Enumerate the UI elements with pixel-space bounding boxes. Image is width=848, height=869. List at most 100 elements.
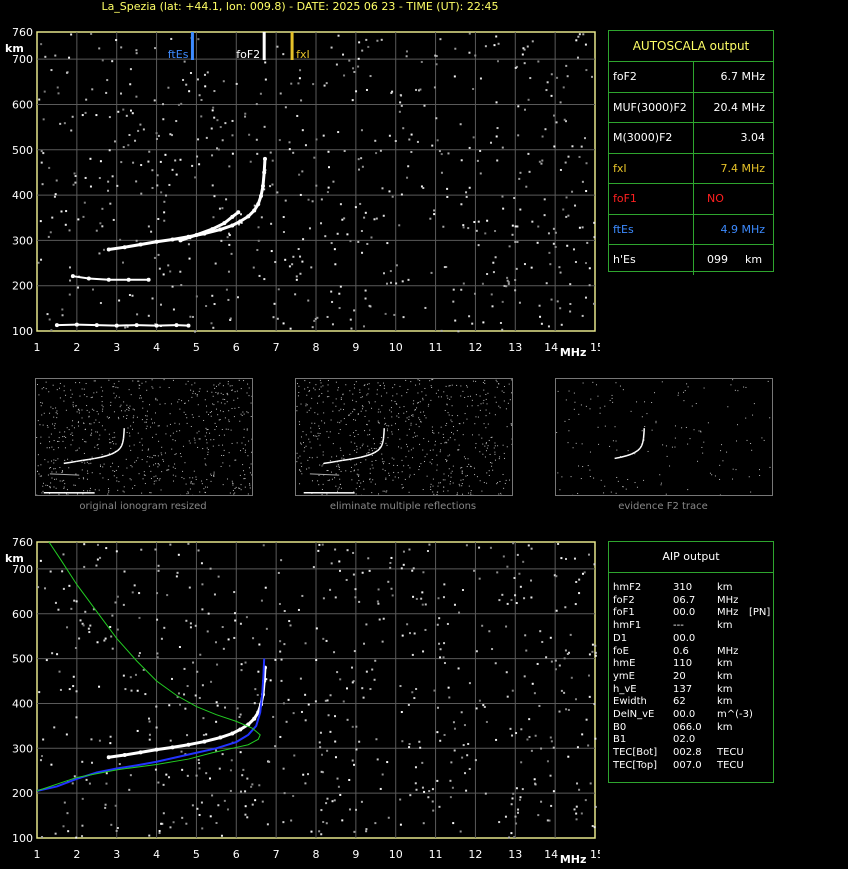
thumb-noise [641, 430, 643, 432]
noise-point [573, 557, 576, 560]
thumb-noise [222, 385, 224, 387]
noise-point [45, 659, 48, 662]
noise-point [209, 567, 212, 570]
noise-point [364, 289, 367, 292]
thumb-noise [151, 386, 153, 388]
noise-point [183, 667, 186, 670]
aip-value: --- [673, 620, 684, 632]
noise-point [523, 263, 526, 266]
noise-point [116, 628, 119, 631]
thumb-noise [138, 387, 140, 389]
noise-point [422, 571, 425, 574]
noise-point [583, 571, 586, 574]
thumb-noise [335, 405, 337, 407]
noise-point [224, 122, 227, 125]
noise-point [361, 687, 364, 690]
noise-point [169, 133, 172, 136]
thumb-noise [369, 429, 371, 431]
noise-point [400, 94, 403, 97]
thumb-noise [430, 489, 432, 491]
noise-point [81, 760, 84, 763]
noise-point [320, 809, 323, 812]
thumb-noise [77, 409, 79, 411]
thumb-noise [227, 383, 229, 385]
thumb-noise [147, 456, 149, 458]
noise-point [244, 112, 247, 115]
thumb-noise [306, 404, 308, 406]
thumb-noise [99, 473, 101, 475]
thumb-noise [412, 436, 414, 438]
thumb-noise [109, 442, 111, 444]
noise-point [41, 183, 44, 186]
thumb-noise [236, 390, 238, 392]
noise-point [301, 170, 304, 173]
thumb-noise [53, 486, 55, 488]
thumb-noise [350, 441, 352, 443]
noise-point [307, 198, 310, 201]
thumb-noise [603, 492, 605, 494]
thumb-noise [487, 392, 489, 394]
thumb-noise [214, 429, 216, 431]
thumb-noise [156, 399, 158, 401]
noise-point [326, 749, 329, 752]
thumb-noise [737, 390, 739, 392]
thumb-noise [239, 487, 241, 489]
noise-point [399, 101, 402, 104]
thumb-noise [336, 455, 338, 457]
noise-point [479, 77, 482, 80]
thumb-noise [683, 400, 685, 402]
thumb-noise [83, 422, 85, 424]
noise-point [422, 650, 425, 653]
thumb-noise [213, 475, 215, 477]
noise-point [552, 227, 555, 230]
thumb-noise [250, 463, 252, 465]
thumb-noise [57, 447, 59, 449]
thumb-trace [631, 451, 636, 455]
thumb-noise [424, 387, 426, 389]
thumb-noise [83, 388, 85, 390]
thumb-noise [308, 409, 310, 411]
thumb-noise [356, 463, 358, 465]
noise-point [239, 790, 242, 793]
thumb-noise [70, 444, 72, 446]
thumb-noise [317, 480, 319, 482]
noise-point [264, 78, 267, 81]
thumb-noise [752, 414, 754, 416]
thumb-noise [354, 464, 356, 466]
aip-value: 00.0 [673, 709, 696, 720]
y-tick-label: 600 [12, 608, 33, 621]
aip-unit: m^(-3) [717, 709, 753, 720]
thumb-noise [130, 394, 132, 396]
noise-point [155, 726, 158, 729]
noise-point [215, 821, 218, 824]
thumb-noise [644, 426, 646, 428]
noise-point [162, 273, 165, 276]
thumb-noise [91, 408, 93, 410]
noise-point [63, 801, 66, 804]
noise-point [108, 116, 111, 119]
thumb-noise [83, 394, 85, 396]
thumb-noise [314, 412, 316, 414]
aip-unit: TECU [717, 747, 744, 759]
thumb-noise [153, 454, 155, 456]
thumb-trace [309, 473, 340, 476]
thumb-noise [366, 383, 368, 385]
thumb-noise [324, 422, 326, 424]
noise-point [379, 149, 382, 152]
thumb-noise [318, 395, 320, 397]
noise-point [352, 67, 355, 70]
noise-point [546, 819, 549, 822]
noise-point [282, 702, 285, 705]
thumb-noise [412, 403, 414, 405]
noise-point [355, 725, 358, 728]
noise-point [515, 822, 518, 825]
noise-point [43, 90, 46, 93]
thumb-noise [356, 445, 358, 447]
thumb-noise [564, 420, 566, 422]
thumb-noise [222, 462, 224, 464]
thumb-noise [433, 432, 435, 434]
thumb-noise [472, 380, 474, 382]
thumb-noise [101, 396, 103, 398]
thumb-noise [207, 449, 209, 451]
thumb-noise [156, 477, 158, 479]
